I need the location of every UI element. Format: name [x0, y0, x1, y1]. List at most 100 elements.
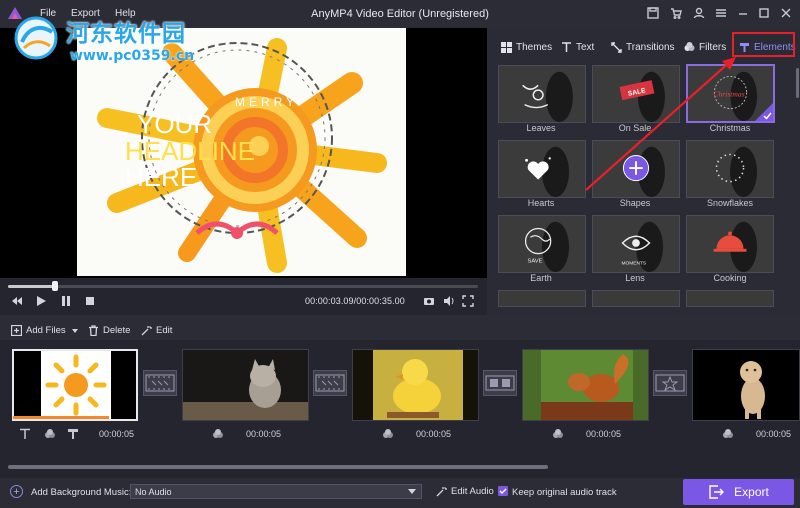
star-transition-icon	[655, 374, 685, 392]
filters-icon[interactable]	[552, 428, 564, 440]
magic-wand-icon	[141, 326, 152, 336]
timeline-clip-cheetah[interactable]	[692, 349, 800, 421]
element-card-shapes[interactable]	[592, 140, 680, 198]
save-icon[interactable]	[645, 5, 661, 21]
add-music-plus-icon[interactable]: +	[10, 485, 23, 498]
close-icon[interactable]	[778, 5, 794, 21]
element-card-row4-1[interactable]	[498, 290, 586, 307]
add-files-label: Add Files	[26, 325, 66, 336]
delete-button[interactable]: Delete	[88, 325, 130, 336]
add-file-icon	[11, 325, 22, 336]
timeline-clip-squirrel[interactable]	[522, 349, 649, 421]
transition-slot-3[interactable]	[483, 370, 517, 396]
export-button[interactable]: Export	[683, 479, 794, 505]
keep-audio-checkbox[interactable]	[498, 486, 508, 496]
element-card-snowflakes[interactable]	[686, 140, 774, 198]
earth-thumbnail: SAVE	[499, 216, 585, 272]
lens-thumb-text: MOMENTS	[622, 260, 647, 266]
filters-icon[interactable]	[722, 428, 734, 440]
element-card-leaves[interactable]	[498, 65, 586, 123]
ribbon-text: MERRY	[235, 95, 298, 109]
clip-thumbnail	[523, 350, 648, 420]
filters-icon[interactable]	[44, 428, 56, 440]
panel-scrollbar[interactable]	[796, 68, 799, 98]
minimize-icon[interactable]	[735, 5, 751, 21]
preview-artwork: YOUR HEADLINE HERE MERRY	[97, 38, 387, 273]
clip-duration: 00:00:05	[99, 429, 135, 439]
tab-transitions-label: Transitions	[626, 41, 675, 53]
background-audio-select[interactable]: No Audio	[130, 484, 422, 499]
element-card-on-sale[interactable]: SALE	[592, 65, 680, 123]
add-files-button[interactable]: Add Files	[11, 325, 78, 336]
timeline-scrollbar[interactable]	[8, 465, 548, 469]
element-label-leaves: Leaves	[526, 123, 556, 133]
watermark-logo-icon	[14, 16, 58, 60]
menu-icon[interactable]	[713, 5, 729, 21]
volume-icon[interactable]	[442, 295, 456, 307]
tab-text[interactable]: Text	[561, 38, 594, 56]
clip-duration: 00:00:05	[586, 429, 622, 439]
playback-scrubber[interactable]	[52, 281, 58, 291]
snowflakes-thumbnail	[687, 141, 773, 197]
lens-thumbnail: MOMENTS	[593, 216, 679, 272]
watermark-text: 河东软件园	[66, 21, 186, 47]
element-label-snowflakes: Snowflakes	[706, 198, 754, 208]
element-label-cooking: Cooking	[713, 273, 747, 283]
timecode: 00:00:03.09/00:00:35.00	[305, 296, 405, 306]
text-t-icon[interactable]	[19, 428, 31, 440]
fullscreen-icon[interactable]	[461, 295, 475, 307]
tab-themes[interactable]: Themes	[501, 38, 552, 56]
christmas-thumb-text: Christmas	[713, 89, 744, 98]
previous-frame-icon[interactable]	[10, 295, 24, 307]
playback-progress-track[interactable]	[8, 285, 478, 288]
element-card-earth[interactable]: SAVE	[498, 215, 586, 273]
check-icon	[499, 488, 507, 494]
clip-thumbnail	[41, 351, 111, 419]
film-frames-icon	[485, 375, 515, 391]
element-card-row4-3[interactable]	[686, 290, 774, 307]
edit-audio-label: Edit Audio	[451, 486, 494, 497]
element-label-lens: Lens	[625, 273, 645, 283]
transition-slot-1[interactable]	[143, 370, 177, 396]
clip-duration: 00:00:05	[756, 429, 792, 439]
headline-line-1: YOUR	[137, 109, 212, 139]
stop-icon[interactable]	[83, 295, 97, 307]
elements-icon[interactable]	[67, 428, 79, 440]
cooking-thumbnail	[687, 216, 773, 272]
earth-thumb-text: SAVE	[528, 258, 543, 264]
cart-icon[interactable]	[668, 5, 684, 21]
play-icon[interactable]	[34, 295, 48, 307]
audio-select-value: No Audio	[135, 486, 172, 497]
edit-button[interactable]: Edit	[141, 325, 172, 336]
timeline-clip-kitten[interactable]	[182, 349, 309, 421]
tab-themes-label: Themes	[516, 41, 553, 53]
video-preview: YOUR HEADLINE HERE MERRY	[0, 28, 487, 278]
filters-icon[interactable]	[212, 428, 224, 440]
pause-icon[interactable]	[59, 295, 73, 307]
element-card-cooking[interactable]	[686, 215, 774, 273]
element-label-hearts: Hearts	[527, 198, 555, 208]
tab-filters[interactable]: Filters	[684, 38, 726, 56]
element-card-christmas[interactable]: Christmas	[686, 64, 775, 123]
leaves-thumbnail	[499, 66, 585, 122]
transitions-icon	[611, 41, 622, 53]
tab-text-label: Text	[576, 41, 595, 53]
element-card-hearts[interactable]	[498, 140, 586, 198]
element-card-row4-2[interactable]	[592, 290, 680, 307]
transition-slot-4[interactable]	[653, 370, 687, 396]
clip-thumbnail	[183, 350, 308, 420]
element-card-lens[interactable]: MOMENTS	[592, 215, 680, 273]
transition-slot-2[interactable]	[313, 370, 347, 396]
tab-filters-label: Filters	[699, 41, 727, 53]
filters-icon[interactable]	[382, 428, 394, 440]
snapshot-icon[interactable]	[422, 295, 436, 307]
hearts-thumbnail	[499, 141, 585, 197]
film-transition-icon	[315, 374, 345, 392]
timeline-clip-sun[interactable]	[12, 349, 138, 421]
timeline-clip-duckling[interactable]	[352, 349, 479, 421]
tab-transitions[interactable]: Transitions	[611, 38, 675, 56]
account-icon[interactable]	[691, 5, 707, 21]
export-icon	[709, 485, 725, 499]
edit-audio-button[interactable]: Edit Audio	[436, 486, 494, 497]
maximize-icon[interactable]	[756, 5, 772, 21]
